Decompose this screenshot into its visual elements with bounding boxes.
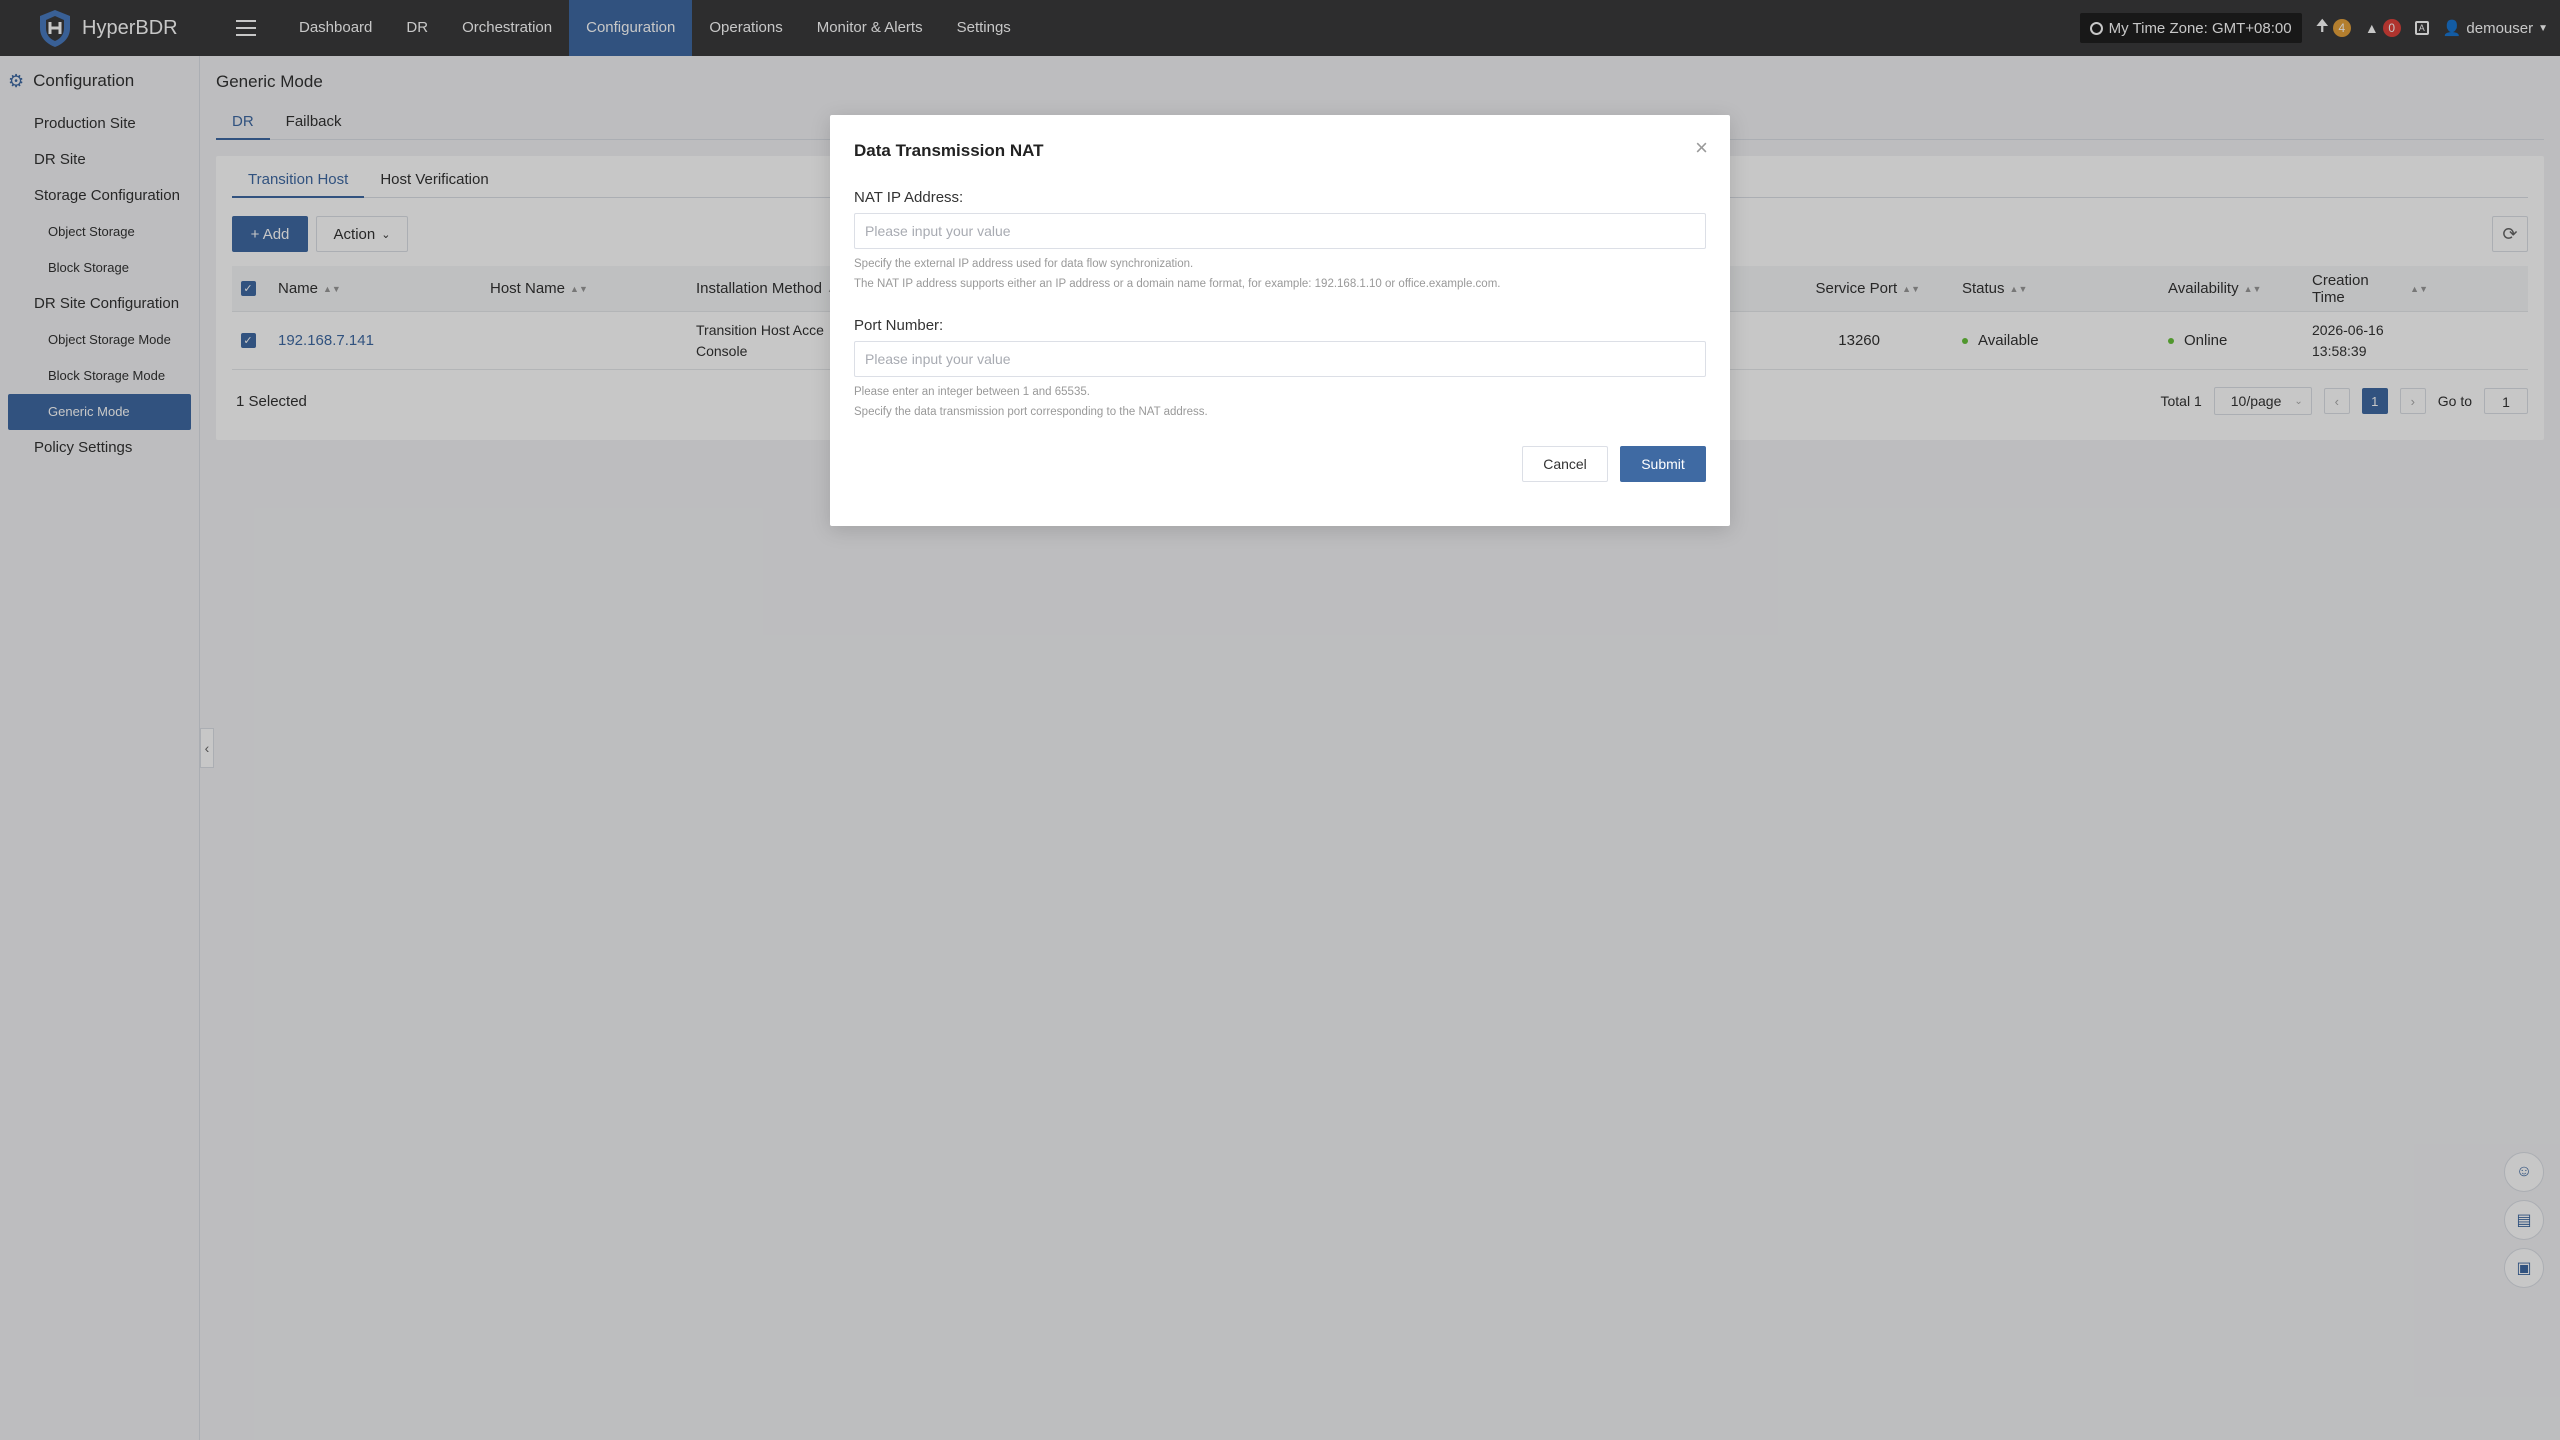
port-help-2: Specify the data transmission port corre… <box>854 406 1208 418</box>
submit-button[interactable]: Submit <box>1620 446 1706 482</box>
nat-ip-help-1: Specify the external IP address used for… <box>854 258 1194 270</box>
port-number-input[interactable] <box>854 341 1706 377</box>
dialog-title: Data Transmission NAT <box>854 141 1044 160</box>
cancel-button[interactable]: Cancel <box>1522 446 1608 482</box>
nat-dialog: Data Transmission NAT × NAT IP Address: … <box>830 115 1730 526</box>
nat-ip-label: NAT IP Address: <box>854 189 964 206</box>
port-number-label: Port Number: <box>854 317 944 334</box>
nat-ip-help-2: The NAT IP address supports either an IP… <box>854 278 1501 290</box>
port-help-1: Please enter an integer between 1 and 65… <box>854 386 1090 398</box>
nat-ip-input[interactable] <box>854 213 1706 249</box>
close-icon[interactable]: × <box>1695 135 1708 161</box>
